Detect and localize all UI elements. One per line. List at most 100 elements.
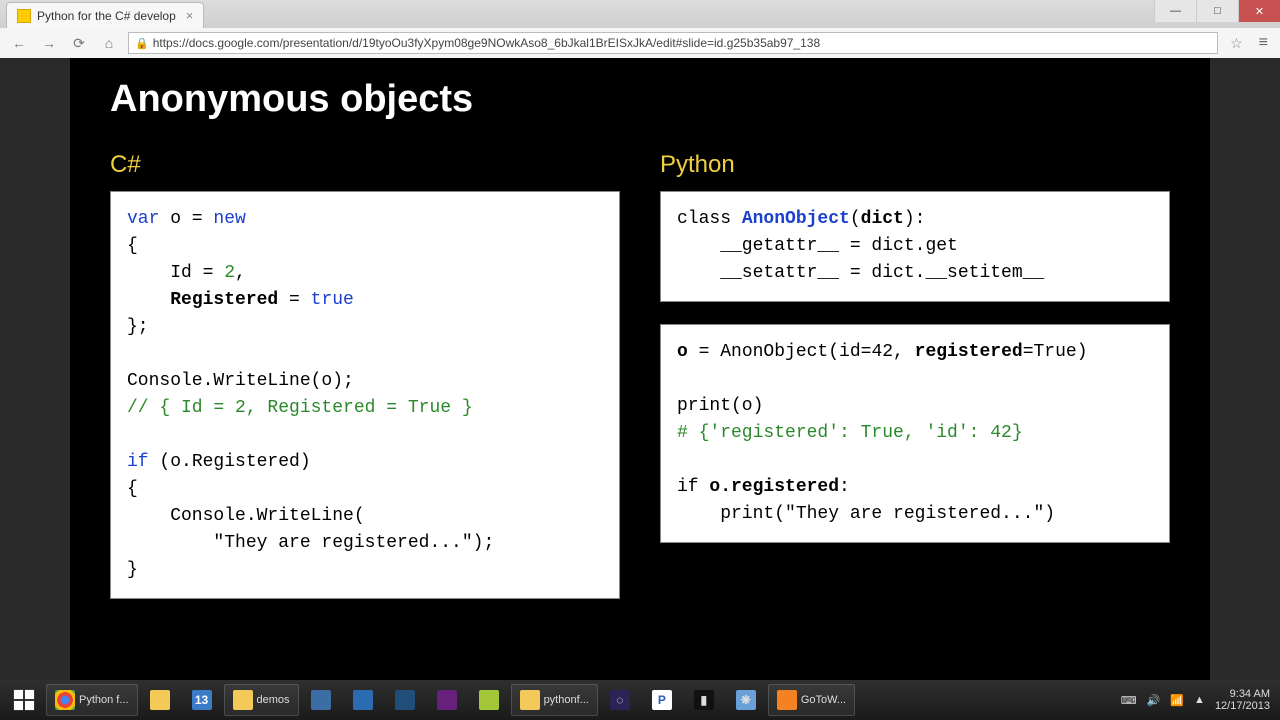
app-icon: [395, 690, 415, 710]
code-line: {: [127, 236, 138, 256]
tab-close-icon[interactable]: ×: [182, 8, 194, 23]
slide: Anonymous objects C# var o = new { Id = …: [70, 58, 1210, 680]
url-input[interactable]: 🔒 https://docs.google.com/presentation/d…: [128, 32, 1218, 54]
python-code-1: class AnonObject(dict): __getattr__ = di…: [660, 191, 1170, 302]
code-token: :: [839, 477, 850, 497]
taskbar-item-cmd[interactable]: ▮: [684, 684, 724, 716]
code-token: var: [127, 209, 159, 229]
taskbar-item-app1[interactable]: [301, 684, 341, 716]
windows-taskbar[interactable]: Python f... 13 demos pythonf... ◌ P ▮ ❋ …: [0, 680, 1280, 720]
window-minimize-button[interactable]: —: [1154, 0, 1196, 22]
code-token: true: [311, 290, 354, 310]
window-maximize-button[interactable]: □: [1196, 0, 1238, 22]
taskbar-item-pycharm[interactable]: [469, 684, 509, 716]
reload-button[interactable]: ⟳: [68, 32, 90, 54]
forward-button[interactable]: →: [38, 32, 60, 54]
cmd-icon: ▮: [694, 690, 714, 710]
pycharm-icon: [479, 690, 499, 710]
start-button[interactable]: [4, 684, 44, 716]
taskbar-item-gotowebinar[interactable]: GoToW...: [768, 684, 855, 716]
code-token: = AnonObject(id=42,: [688, 342, 915, 362]
slides-favicon-icon: [17, 9, 31, 23]
python-label: Python: [660, 151, 1170, 179]
code-token: AnonObject: [742, 209, 850, 229]
tab-title: Python for the C# develop: [37, 9, 176, 23]
taskbar-item-flower[interactable]: ❋: [726, 684, 766, 716]
code-token: =: [278, 290, 310, 310]
code-token: class: [677, 209, 742, 229]
code-token: o =: [159, 209, 213, 229]
folder-icon: [520, 690, 540, 710]
code-token: o.registered: [709, 477, 839, 497]
code-line: };: [127, 317, 149, 337]
bookmark-star-icon[interactable]: ☆: [1226, 35, 1247, 52]
python-code-2: o = AnonObject(id=42, registered=True) p…: [660, 324, 1170, 543]
window-close-button[interactable]: ✕: [1238, 0, 1280, 22]
code-line: __setattr__ = dict.__setitem__: [677, 263, 1044, 283]
window-controls: — □ ✕: [1154, 0, 1280, 22]
csharp-label: C#: [110, 151, 620, 179]
browser-chrome: Python for the C# develop × — □ ✕ ← → ⟳ …: [0, 0, 1280, 59]
code-token: (: [850, 209, 861, 229]
back-button[interactable]: ←: [8, 32, 30, 54]
taskbar-item-p[interactable]: P: [642, 684, 682, 716]
folder-icon: [150, 690, 170, 710]
code-token: if: [127, 452, 149, 472]
code-token: o: [677, 342, 688, 362]
chrome-icon: [55, 690, 75, 710]
app-icon: [311, 690, 331, 710]
taskbar-item-demos[interactable]: demos: [224, 684, 299, 716]
taskbar-item-calendar[interactable]: 13: [182, 684, 222, 716]
taskbar-clock[interactable]: 9:34 AM 12/17/2013: [1215, 688, 1276, 712]
python-column: Python class AnonObject(dict): __getattr…: [660, 151, 1170, 621]
code-token: Id =: [127, 263, 224, 283]
code-token: [127, 290, 170, 310]
taskbar-item-app3[interactable]: [385, 684, 425, 716]
code-token: dict: [861, 209, 904, 229]
taskbar-item-eclipse[interactable]: ◌: [600, 684, 640, 716]
calendar-icon: 13: [192, 690, 212, 710]
code-token: new: [213, 209, 245, 229]
visualstudio-icon: [437, 690, 457, 710]
code-line: __getattr__ = dict.get: [677, 236, 958, 256]
taskbar-label: demos: [257, 694, 290, 706]
tray-chevron-up-icon[interactable]: ▲: [1194, 694, 1205, 706]
lock-icon: 🔒: [135, 37, 149, 50]
flower-icon: ❋: [736, 690, 756, 710]
code-token: Registered: [170, 290, 278, 310]
app-icon: [353, 690, 373, 710]
taskbar-item-chrome[interactable]: Python f...: [46, 684, 138, 716]
tab-strip: Python for the C# develop × — □ ✕: [0, 0, 1280, 28]
url-text: https://docs.google.com/presentation/d/1…: [153, 36, 820, 50]
browser-tab[interactable]: Python for the C# develop ×: [6, 2, 204, 28]
taskbar-item-pythonf[interactable]: pythonf...: [511, 684, 598, 716]
address-bar: ← → ⟳ ⌂ 🔒 https://docs.google.com/presen…: [0, 28, 1280, 58]
tray-keyboard-icon[interactable]: ⌨: [1121, 694, 1137, 707]
taskbar-item-app2[interactable]: [343, 684, 383, 716]
tray-volume-icon[interactable]: 🔊: [1147, 694, 1161, 707]
gotowebinar-icon: [777, 690, 797, 710]
system-tray[interactable]: ⌨ 🔊 📶 ▲: [1113, 694, 1213, 707]
code-line: Console.WriteLine(o);: [127, 371, 354, 391]
code-token: ,: [235, 263, 246, 283]
code-token: (o.Registered): [149, 452, 311, 472]
code-line: print("They are registered..."): [677, 504, 1055, 524]
code-comment: // { Id = 2, Registered = True }: [127, 398, 473, 418]
chrome-menu-icon[interactable]: ≡: [1255, 34, 1272, 52]
code-line: print(o): [677, 396, 763, 416]
code-line: }: [127, 560, 138, 580]
code-token: =True): [1023, 342, 1088, 362]
tray-network-icon[interactable]: 📶: [1170, 694, 1184, 707]
slide-title: Anonymous objects: [110, 78, 1170, 121]
taskbar-label: GoToW...: [801, 694, 846, 706]
taskbar-label: Python f...: [79, 694, 129, 706]
slide-columns: C# var o = new { Id = 2, Registered = tr…: [110, 151, 1170, 621]
home-button[interactable]: ⌂: [98, 32, 120, 54]
presentation-viewport: Anonymous objects C# var o = new { Id = …: [0, 58, 1280, 680]
p-icon: P: [652, 690, 672, 710]
taskbar-item-explorer[interactable]: [140, 684, 180, 716]
clock-time: 9:34 AM: [1215, 688, 1270, 700]
clock-date: 12/17/2013: [1215, 700, 1270, 712]
code-token: ):: [904, 209, 926, 229]
taskbar-item-visualstudio[interactable]: [427, 684, 467, 716]
